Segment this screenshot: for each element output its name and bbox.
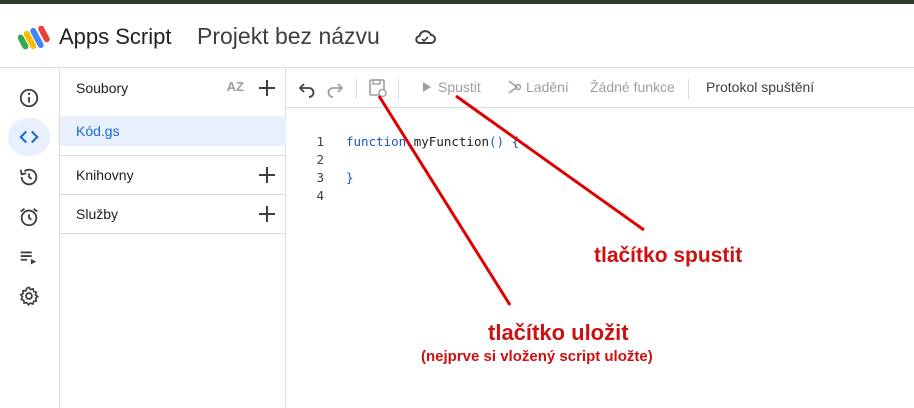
function-name: myFunction <box>413 134 490 149</box>
play-icon <box>423 82 431 92</box>
execution-log-button[interactable]: Protokol spuštění <box>706 79 814 95</box>
app-header: Apps Script Projekt bez názvu <box>0 4 914 68</box>
app-name[interactable]: Apps Script <box>59 24 172 50</box>
file-name: Kód.gs <box>76 123 120 139</box>
save-icon[interactable] <box>368 78 388 98</box>
settings-button[interactable] <box>8 277 50 315</box>
files-panel: Soubory AZ Kód.gs Knihovny Služby <box>60 69 286 408</box>
editor-toolbar: Spustit Ladění Žádné funkce Protokol spu… <box>286 69 914 108</box>
services-label: Služby <box>76 206 119 222</box>
toolbar-separator <box>688 79 689 99</box>
libraries-label: Knihovny <box>76 167 134 183</box>
debug-button[interactable]: Ladění <box>506 79 569 95</box>
function-select[interactable]: Žádné funkce <box>590 79 675 95</box>
code-icon <box>19 130 39 144</box>
add-library-plus-icon[interactable] <box>256 164 278 186</box>
line-number: 2 <box>316 152 324 167</box>
libraries-row: Knihovny <box>60 156 286 194</box>
close-brace: } <box>346 170 354 185</box>
history-icon <box>19 168 38 186</box>
files-label: Soubory <box>76 80 129 96</box>
executions-button[interactable] <box>8 238 50 276</box>
left-nav-rail <box>0 69 60 408</box>
line-number: 3 <box>316 170 324 185</box>
debug-icon <box>508 80 522 94</box>
run-button-annotation: tlačítko spustit <box>594 244 743 267</box>
alarm-clock-icon <box>20 208 38 227</box>
sort-az-icon[interactable]: AZ <box>227 79 244 94</box>
add-file-plus-icon[interactable] <box>256 77 278 99</box>
line-number: 1 <box>316 134 324 149</box>
project-title[interactable]: Projekt bez názvu <box>197 23 380 50</box>
debug-label: Ladění <box>526 79 569 95</box>
run-label: Spustit <box>438 79 481 95</box>
services-row: Služby <box>60 195 286 233</box>
save-button-annotation: tlačítko uložit <box>488 320 629 345</box>
playlist-play-icon <box>20 251 37 265</box>
save-button-subnote: (nejprve si vložený script uložte) <box>421 348 653 365</box>
cloud-saved-icon[interactable] <box>414 28 436 46</box>
file-item-kod-gs[interactable]: Kód.gs <box>60 116 286 146</box>
toolbar-separator <box>356 79 357 99</box>
redo-icon[interactable] <box>326 80 344 98</box>
overview-button[interactable] <box>8 79 50 117</box>
files-header: Soubory AZ <box>60 69 286 107</box>
triggers-button[interactable] <box>8 198 50 236</box>
add-service-plus-icon[interactable] <box>256 203 278 225</box>
code-line: 4 <box>286 188 914 206</box>
editor-button[interactable] <box>8 118 50 156</box>
code-line: 3 } <box>286 170 914 188</box>
code-text: function myFunction() { <box>346 134 519 149</box>
undo-icon[interactable] <box>298 80 316 98</box>
open-brace: { <box>511 134 520 149</box>
info-icon <box>19 88 39 108</box>
gear-icon <box>19 286 40 307</box>
code-line: 1 function myFunction() { <box>286 134 914 152</box>
parens: () <box>489 134 505 149</box>
triggers-history-button[interactable] <box>8 158 50 196</box>
code-line: 2 <box>286 152 914 170</box>
run-button[interactable]: Spustit <box>422 79 481 95</box>
divider <box>60 233 286 234</box>
line-number: 4 <box>316 188 324 203</box>
apps-script-logo-icon[interactable] <box>18 24 52 52</box>
toolbar-separator <box>398 79 399 99</box>
keyword: function <box>346 134 407 149</box>
